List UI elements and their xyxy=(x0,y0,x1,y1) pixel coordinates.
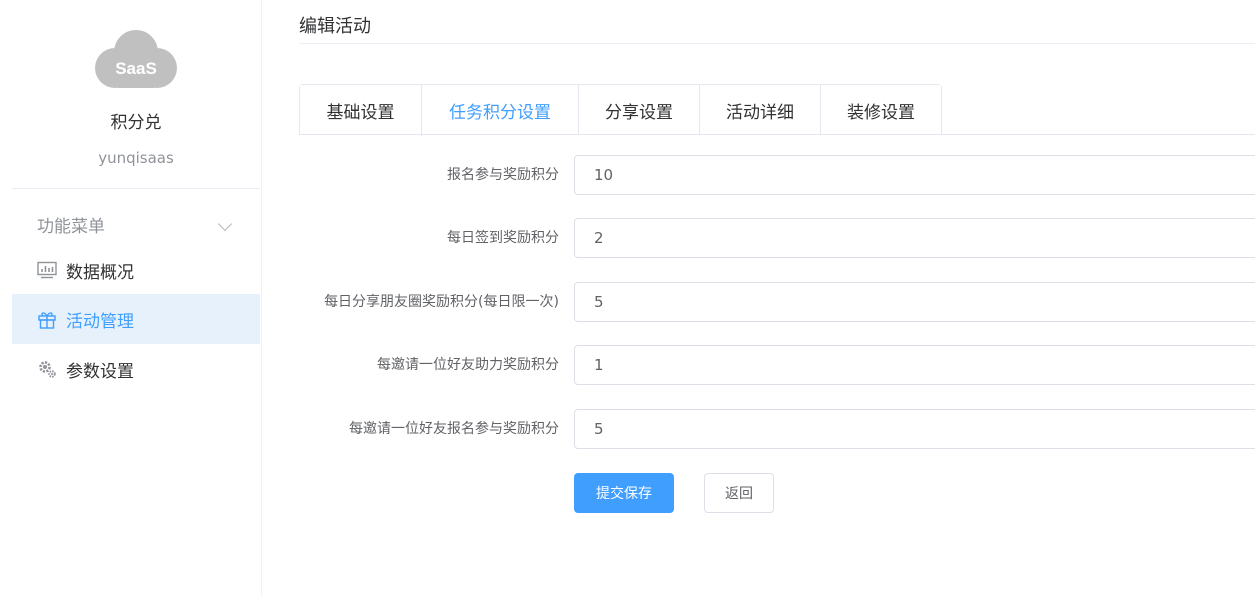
signup-points-label: 报名参与奖励积分 xyxy=(447,167,559,183)
form-row-invite-assist-points: 每邀请一位好友助力奖励积分 xyxy=(299,345,1255,385)
sidebar-item-dashboard[interactable]: 数据概况 xyxy=(12,245,260,295)
invite-assist-points-input[interactable] xyxy=(574,345,1255,385)
form-row-checkin-points: 每日签到奖励积分 xyxy=(299,218,1255,258)
title-divider xyxy=(299,43,1255,44)
gift-icon xyxy=(37,309,57,329)
tabs-underline xyxy=(299,134,1255,135)
sidebar: SaaS 积分兑 yunqisaas 功能菜单 数据概况 活动管理 参数设置 xyxy=(0,0,262,597)
sidebar-item-label: 活动管理 xyxy=(66,311,134,332)
invite-signup-points-label: 每邀请一位好友报名参与奖励积分 xyxy=(349,421,559,437)
sidebar-item-label: 数据概况 xyxy=(66,262,134,283)
submit-save-button[interactable]: 提交保存 xyxy=(574,473,674,513)
checkin-points-input[interactable] xyxy=(574,218,1255,258)
form-row-signup-points: 报名参与奖励积分 xyxy=(299,155,1255,195)
back-button[interactable]: 返回 xyxy=(704,473,774,513)
dashboard-icon xyxy=(37,260,57,280)
sidebar-item-label: 参数设置 xyxy=(66,361,134,382)
form-row-share-points: 每日分享朋友圈奖励积分(每日限一次) xyxy=(299,282,1255,322)
signup-points-input[interactable] xyxy=(574,155,1255,195)
invite-signup-points-input[interactable] xyxy=(574,409,1255,449)
logo-text: SaaS xyxy=(115,59,157,78)
page-title: 编辑活动 xyxy=(299,16,371,37)
menu-group-header[interactable]: 功能菜单 xyxy=(12,207,260,241)
menu-group-label: 功能菜单 xyxy=(37,216,105,237)
tab-activity-details[interactable]: 活动详细 xyxy=(699,85,820,135)
tab-share-settings[interactable]: 分享设置 xyxy=(578,85,699,135)
brand-subtitle: yunqisaas xyxy=(98,149,174,167)
tab-task-points-settings[interactable]: 任务积分设置 xyxy=(421,85,578,136)
tab-bar: 基础设置 任务积分设置 分享设置 活动详细 装修设置 xyxy=(299,84,942,136)
chevron-down-icon xyxy=(217,216,233,232)
sidebar-divider xyxy=(12,188,260,189)
gear-icon xyxy=(37,359,57,379)
checkin-points-label: 每日签到奖励积分 xyxy=(447,230,559,246)
saas-cloud-logo: SaaS xyxy=(93,28,179,90)
sidebar-item-settings[interactable]: 参数设置 xyxy=(12,344,260,394)
form-row-invite-signup-points: 每邀请一位好友报名参与奖励积分 xyxy=(299,409,1255,449)
tab-decoration-settings[interactable]: 装修设置 xyxy=(820,85,941,135)
invite-assist-points-label: 每邀请一位好友助力奖励积分 xyxy=(377,357,559,373)
share-points-label: 每日分享朋友圈奖励积分(每日限一次) xyxy=(324,294,559,310)
share-points-input[interactable] xyxy=(574,282,1255,322)
tab-basic-settings[interactable]: 基础设置 xyxy=(300,85,421,135)
brand-name: 积分兑 xyxy=(110,113,162,133)
sidebar-item-activity-management[interactable]: 活动管理 xyxy=(12,294,260,344)
